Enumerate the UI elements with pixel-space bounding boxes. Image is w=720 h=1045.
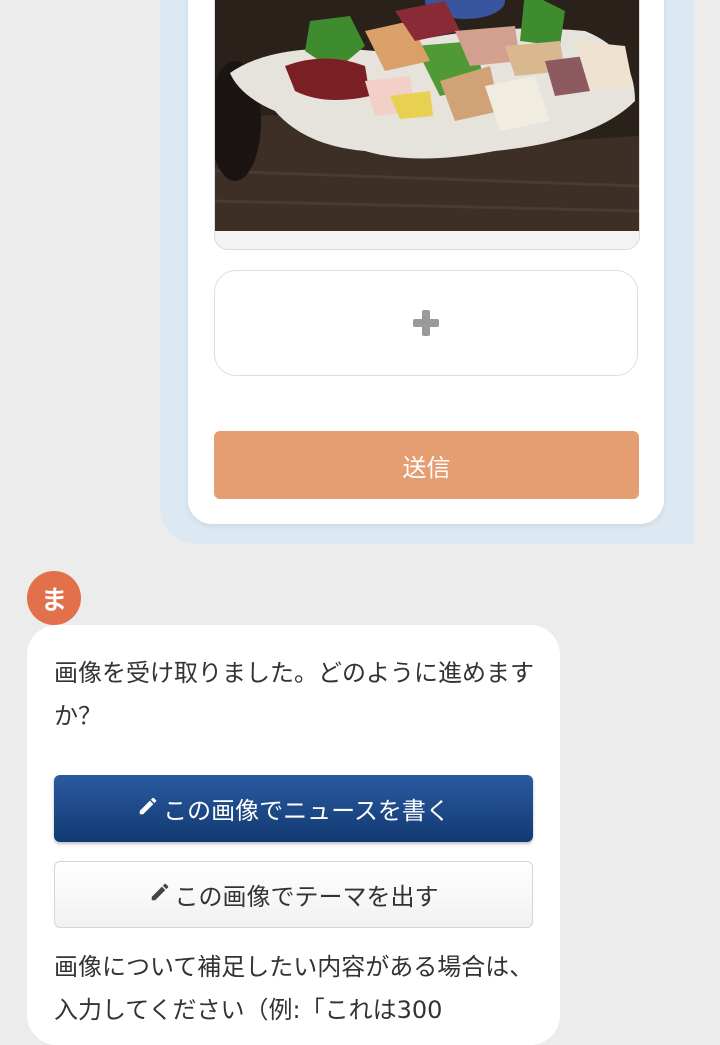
write-news-button[interactable]: この画像でニュースを書く — [54, 775, 533, 842]
sashimi-photo — [215, 0, 639, 231]
add-image-button[interactable] — [214, 270, 638, 376]
uploaded-photo[interactable] — [214, 0, 640, 250]
assistant-avatar: ま — [27, 571, 81, 625]
send-button[interactable]: 送信 — [214, 431, 639, 499]
suggest-theme-label: この画像でテーマを出す — [174, 883, 439, 911]
pencil-icon — [137, 795, 159, 823]
pencil-icon — [149, 881, 171, 909]
supplement-hint-text: 画像について補足したい内容がある場合は、入力してください（例:「これは300 — [54, 953, 534, 1024]
write-news-label: この画像でニュースを書く — [163, 797, 450, 825]
assistant-message-text: 画像を受け取りました。どのように進めますか？ — [54, 659, 534, 730]
suggest-theme-button[interactable]: この画像でテーマを出す — [54, 861, 533, 928]
plus-icon — [413, 310, 439, 336]
